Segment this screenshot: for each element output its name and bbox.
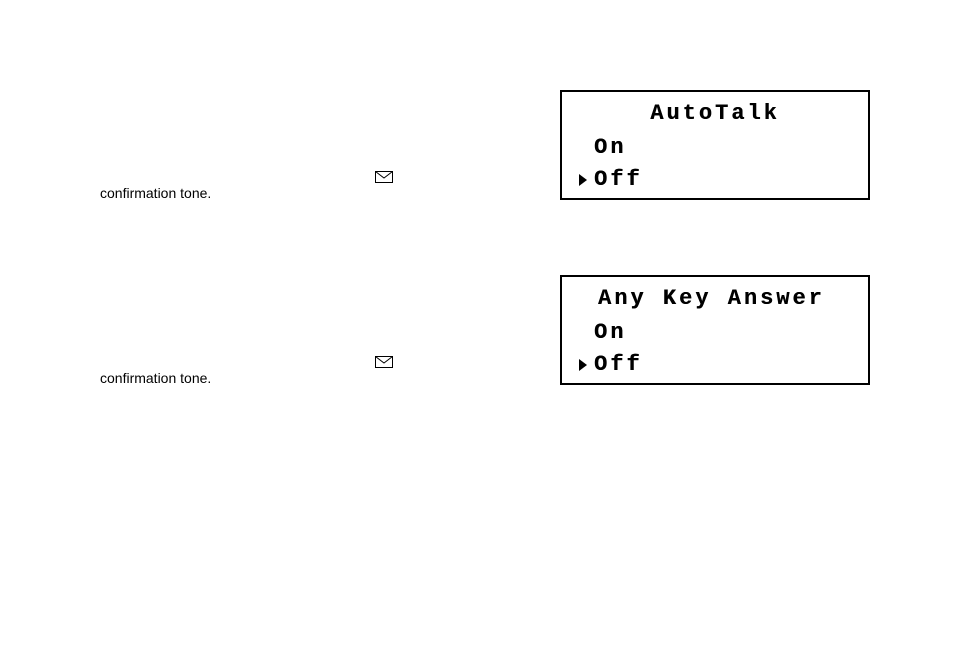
lcd-option-label: Off [594, 349, 643, 381]
cursor-icon [578, 358, 594, 372]
lcd-title: AutoTalk [570, 98, 860, 130]
cursor-icon [578, 173, 594, 187]
envelope-icon [375, 170, 393, 182]
lcd-screen-any-key-answer: Any Key Answer On Off [560, 275, 870, 385]
envelope-icon [375, 355, 393, 367]
lcd-option[interactable]: On [570, 317, 860, 349]
body-text: confirmation tone. [100, 185, 211, 201]
lcd-option[interactable]: Off [570, 349, 860, 381]
body-text: confirmation tone. [100, 370, 211, 386]
lcd-option[interactable]: Off [570, 164, 860, 196]
lcd-screen-autotalk: AutoTalk On Off [560, 90, 870, 200]
lcd-title: Any Key Answer [570, 283, 860, 315]
lcd-option-label: On [594, 317, 626, 349]
lcd-option-label: Off [594, 164, 643, 196]
lcd-option-label: On [594, 132, 626, 164]
lcd-option[interactable]: On [570, 132, 860, 164]
